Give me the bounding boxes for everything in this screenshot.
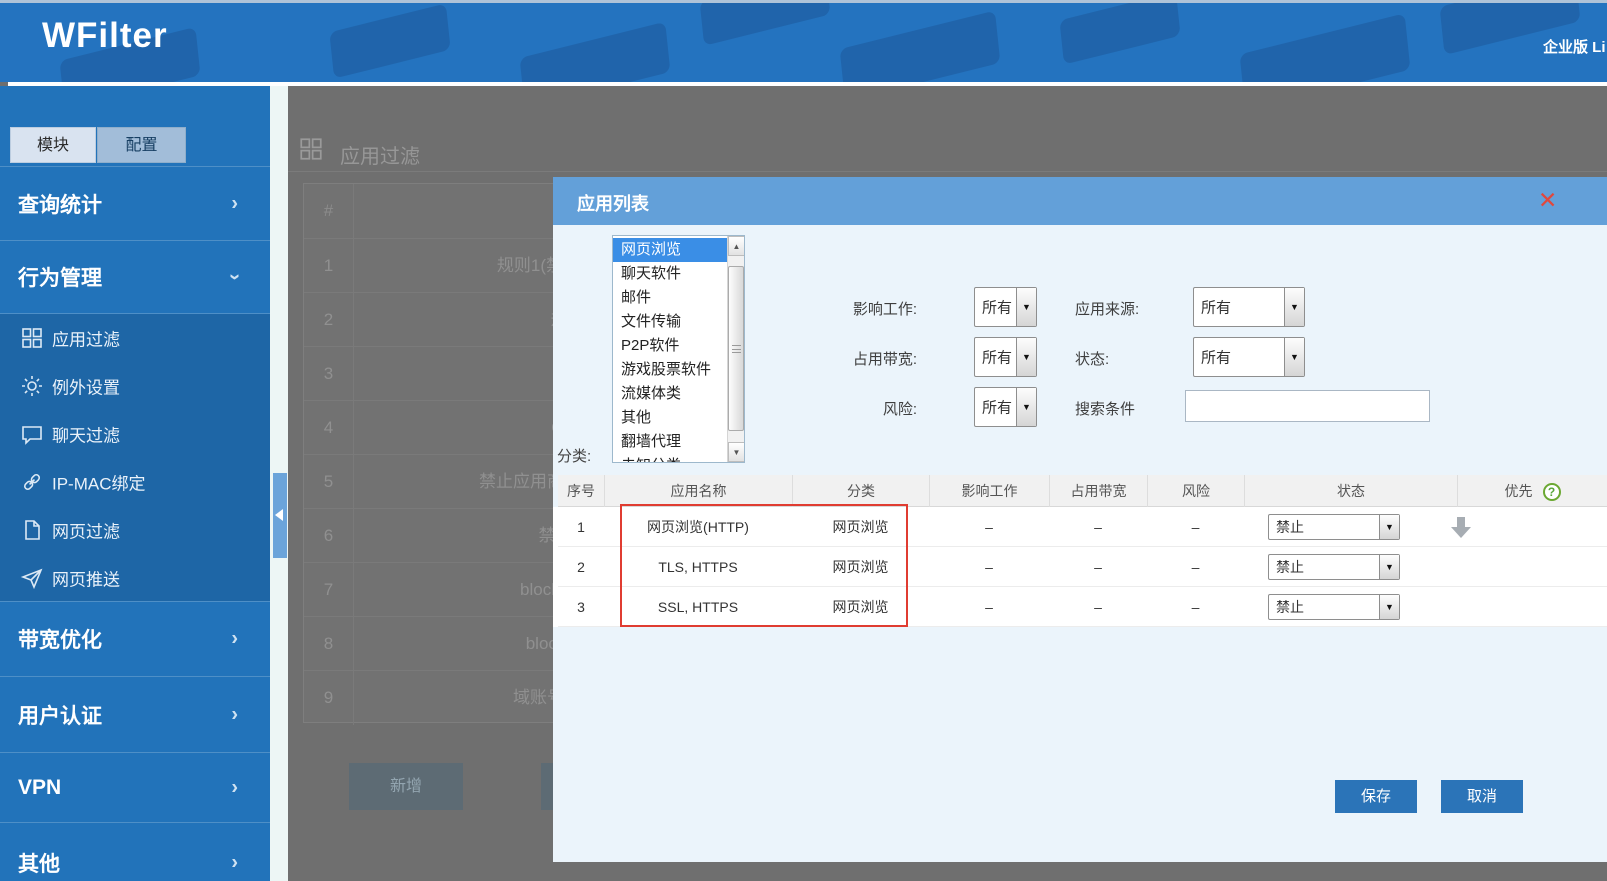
table-row: 1 网页浏览(HTTP) 网页浏览 – – – [558, 507, 1607, 547]
save-button[interactable]: 保存 [1335, 780, 1417, 813]
search-input[interactable] [1185, 390, 1430, 422]
edition-label: 企业版 Li [1543, 39, 1606, 56]
app-table-body: 1 网页浏览(HTTP) 网页浏览 – – – 2 TLS, HTTPS 网页浏… [553, 507, 1607, 627]
list-item[interactable]: 网页浏览 [613, 238, 727, 262]
keyboard-key-decoration [1239, 13, 1411, 82]
move-down-icon[interactable] [1451, 517, 1471, 539]
filter-status-label: 状态: [1075, 351, 1110, 368]
filter-risk-label: 风险: [882, 401, 917, 418]
list-item[interactable]: 翻墙代理 [613, 430, 727, 454]
scroll-up-icon[interactable]: ▲ [728, 236, 744, 256]
keyboard-key-decoration [519, 21, 671, 82]
dropdown-arrow-icon: ▼ [1016, 388, 1036, 426]
table-row: 3 SSL, HTTPS 网页浏览 – – – [558, 587, 1607, 627]
category-listbox[interactable]: 网页浏览 聊天软件 邮件 文件传输 P2P软件 游戏股票软件 流媒体类 其他 翻… [612, 235, 745, 463]
app-logo: WFilter [42, 16, 168, 55]
help-icon[interactable]: ? [1542, 483, 1561, 502]
filter-source-select[interactable]: 所有 ▼ [1193, 287, 1305, 327]
divider [288, 171, 1607, 172]
dropdown-arrow-icon: ▼ [1379, 515, 1399, 539]
list-item[interactable]: P2P软件 [613, 334, 727, 358]
category-label: 分类: [557, 448, 592, 465]
listbox-scrollbar[interactable]: ▲ ▼ [727, 236, 744, 462]
list-item[interactable]: 其他 [613, 406, 727, 430]
scrollbar-thumb[interactable] [728, 266, 744, 431]
chevron-left-icon [275, 509, 283, 521]
add-button[interactable]: 新增 [349, 763, 463, 810]
link-icon [20, 470, 44, 494]
send-icon [20, 566, 44, 590]
search-label: 搜索条件 [1075, 401, 1136, 418]
chevron-right-icon: › [231, 703, 238, 725]
sidebar-collapse-handle[interactable] [273, 473, 287, 558]
app-table-header: 序号 应用名称 分类 影响工作 占用带宽 风险 状态 优先? [558, 475, 1607, 507]
thumb-grip [732, 345, 741, 353]
sidebar-item-web-push[interactable]: 网页推送 [0, 554, 270, 602]
sidebar-item-query-stats[interactable]: 查询统计 › [0, 166, 270, 240]
filter-source-label: 应用来源: [1075, 301, 1140, 318]
cancel-button[interactable]: 取消 [1441, 780, 1523, 813]
grid-icon [20, 326, 44, 350]
keyboard-key-decoration [839, 10, 1001, 82]
dropdown-arrow-icon: ▼ [1284, 338, 1304, 376]
keyboard-key-decoration [329, 3, 451, 79]
sidebar-item-ip-mac-binding[interactable]: IP-MAC绑定 [0, 458, 270, 506]
gear-icon [20, 374, 44, 398]
close-icon[interactable]: ✕ [1538, 187, 1557, 213]
chevron-right-icon: › [231, 776, 238, 798]
list-item[interactable]: 邮件 [613, 286, 727, 310]
behavior-submenu: 应用过滤 例外设置 聊天过滤 IP-MAC绑定 网页过滤 网页推送 [0, 313, 270, 601]
keyboard-key-decoration [699, 0, 831, 46]
row-status-select[interactable]: 禁止 ▼ [1268, 514, 1400, 540]
scroll-down-icon[interactable]: ▼ [728, 442, 744, 462]
list-item[interactable]: 游戏股票软件 [613, 358, 727, 382]
dropdown-arrow-icon: ▼ [1016, 288, 1036, 326]
sidebar-item-user-auth[interactable]: 用户认证 › [0, 676, 270, 752]
app-list-dialog: 应用列表 ✕ 分类: 网页浏览 聊天软件 邮件 文件传输 P2P软件 游戏股票软… [553, 177, 1607, 862]
tab-config[interactable]: 配置 [97, 127, 186, 163]
grid-icon [298, 136, 324, 162]
sidebar-item-bandwidth[interactable]: 带宽优化 › [0, 601, 270, 676]
filter-status-select[interactable]: 所有 ▼ [1193, 337, 1305, 377]
dropdown-arrow-icon: ▼ [1379, 595, 1399, 619]
filter-work-label: 影响工作: [852, 301, 917, 318]
dropdown-arrow-icon: ▼ [1016, 338, 1036, 376]
keyboard-key-decoration [1059, 0, 1181, 65]
filter-work-select[interactable]: 所有 ▼ [974, 287, 1037, 327]
sidebar: 模块 配置 查询统计 › 行为管理 › 应用过滤 例外设置 聊天过滤 IP-MA… [0, 86, 270, 881]
page-icon [20, 518, 44, 542]
filter-bandwidth-label: 占用带宽: [852, 351, 917, 368]
list-item[interactable]: 流媒体类 [613, 382, 727, 406]
top-banner: WFilter 企业版 Li [0, 0, 1607, 82]
filter-risk-select[interactable]: 所有 ▼ [974, 387, 1037, 427]
chevron-right-icon: › [231, 851, 238, 873]
chevron-right-icon: › [231, 192, 238, 214]
sidebar-item-other[interactable]: 其他 › [0, 822, 270, 881]
page-title: 应用过滤 [340, 146, 420, 168]
tab-module[interactable]: 模块 [10, 127, 96, 163]
sidebar-item-behavior-mgmt[interactable]: 行为管理 › [0, 240, 270, 313]
row-status-select[interactable]: 禁止 ▼ [1268, 554, 1400, 580]
filter-bandwidth-select[interactable]: 所有 ▼ [974, 337, 1037, 377]
dropdown-arrow-icon: ▼ [1379, 555, 1399, 579]
sidebar-item-app-filter[interactable]: 应用过滤 [0, 314, 270, 362]
sidebar-item-web-filter[interactable]: 网页过滤 [0, 506, 270, 554]
chevron-down-icon: › [224, 273, 247, 281]
chat-icon [20, 422, 44, 446]
dialog-header: 应用列表 ✕ [553, 177, 1607, 225]
list-item[interactable]: 聊天软件 [613, 262, 727, 286]
sidebar-item-vpn[interactable]: VPN › [0, 752, 270, 822]
sidebar-item-chat-filter[interactable]: 聊天过滤 [0, 410, 270, 458]
row-status-select[interactable]: 禁止 ▼ [1268, 594, 1400, 620]
chevron-right-icon: › [231, 627, 238, 650]
banner-top-strip [0, 0, 1607, 3]
dropdown-arrow-icon: ▼ [1284, 288, 1304, 326]
list-item[interactable]: 文件传输 [613, 310, 727, 334]
dialog-title: 应用列表 [577, 194, 649, 214]
sidebar-item-exceptions[interactable]: 例外设置 [0, 362, 270, 410]
list-item[interactable]: 未知分类 [613, 454, 727, 462]
table-row: 2 TLS, HTTPS 网页浏览 – – – [558, 547, 1607, 587]
